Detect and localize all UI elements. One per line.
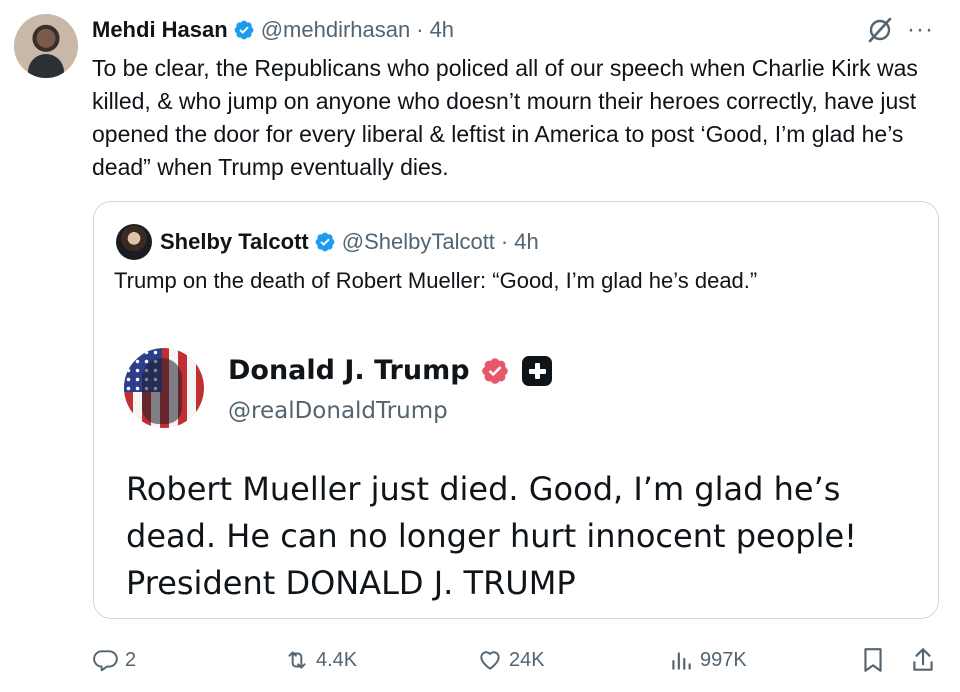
quoted-post[interactable]: Shelby Talcott @ShelbyTalcott · 4h Trump… bbox=[93, 201, 939, 619]
view-count: 997K bbox=[700, 648, 747, 671]
like-icon bbox=[480, 651, 500, 670]
views-icon bbox=[672, 652, 691, 670]
embedded-post-text: Robert Mueller just died. Good, I’m glad… bbox=[126, 470, 857, 602]
share-icon[interactable] bbox=[910, 646, 936, 674]
embedded-author-row: Donald J. Trump bbox=[228, 355, 552, 386]
plus-icon bbox=[521, 355, 552, 386]
quote-text: Trump on the death of Robert Mueller: “G… bbox=[114, 268, 758, 293]
separator-dot: · bbox=[500, 229, 509, 254]
like-count: 24K bbox=[509, 648, 545, 671]
quote-author-handle[interactable]: @ShelbyTalcott bbox=[342, 229, 495, 255]
reply-button[interactable]: 2 bbox=[93, 644, 136, 676]
action-bar: 2 4.4K 24K 997K bbox=[0, 640, 960, 680]
grok-icon[interactable] bbox=[866, 16, 894, 44]
author-avatar[interactable] bbox=[14, 14, 78, 78]
author-name[interactable]: Mehdi Hasan bbox=[92, 17, 228, 43]
quote-time[interactable]: 4h bbox=[514, 229, 538, 255]
bookmark-icon[interactable] bbox=[860, 646, 886, 674]
post-header: Mehdi Hasan @mehdirhasan · 4h bbox=[92, 14, 454, 46]
like-button[interactable]: 24K bbox=[477, 644, 545, 676]
repost-button[interactable]: 4.4K bbox=[284, 644, 357, 676]
reply-count: 2 bbox=[125, 648, 137, 671]
verified-badge-icon bbox=[234, 20, 254, 40]
embedded-author-handle: @realDonaldTrump bbox=[228, 398, 448, 424]
author-handle[interactable]: @mehdirhasan bbox=[261, 17, 411, 43]
embedded-author-avatar bbox=[124, 348, 204, 428]
quote-header: Shelby Talcott @ShelbyTalcott · 4h bbox=[160, 225, 539, 259]
post-time[interactable]: 4h bbox=[430, 17, 454, 43]
more-icon[interactable]: ··· bbox=[907, 18, 937, 42]
verified-badge-icon bbox=[481, 357, 508, 384]
views-button[interactable]: 997K bbox=[668, 644, 747, 676]
quote-author-name[interactable]: Shelby Talcott bbox=[160, 229, 309, 255]
verified-badge-icon bbox=[315, 232, 335, 252]
repost-icon bbox=[288, 651, 306, 669]
post-text: To be clear, the Republicans who policed… bbox=[92, 55, 918, 180]
separator-dot: · bbox=[416, 17, 424, 42]
quote-author-avatar[interactable] bbox=[116, 224, 152, 260]
reply-icon bbox=[93, 650, 118, 672]
repost-count: 4.4K bbox=[316, 648, 358, 671]
embedded-author-name: Donald J. Trump bbox=[228, 355, 470, 386]
